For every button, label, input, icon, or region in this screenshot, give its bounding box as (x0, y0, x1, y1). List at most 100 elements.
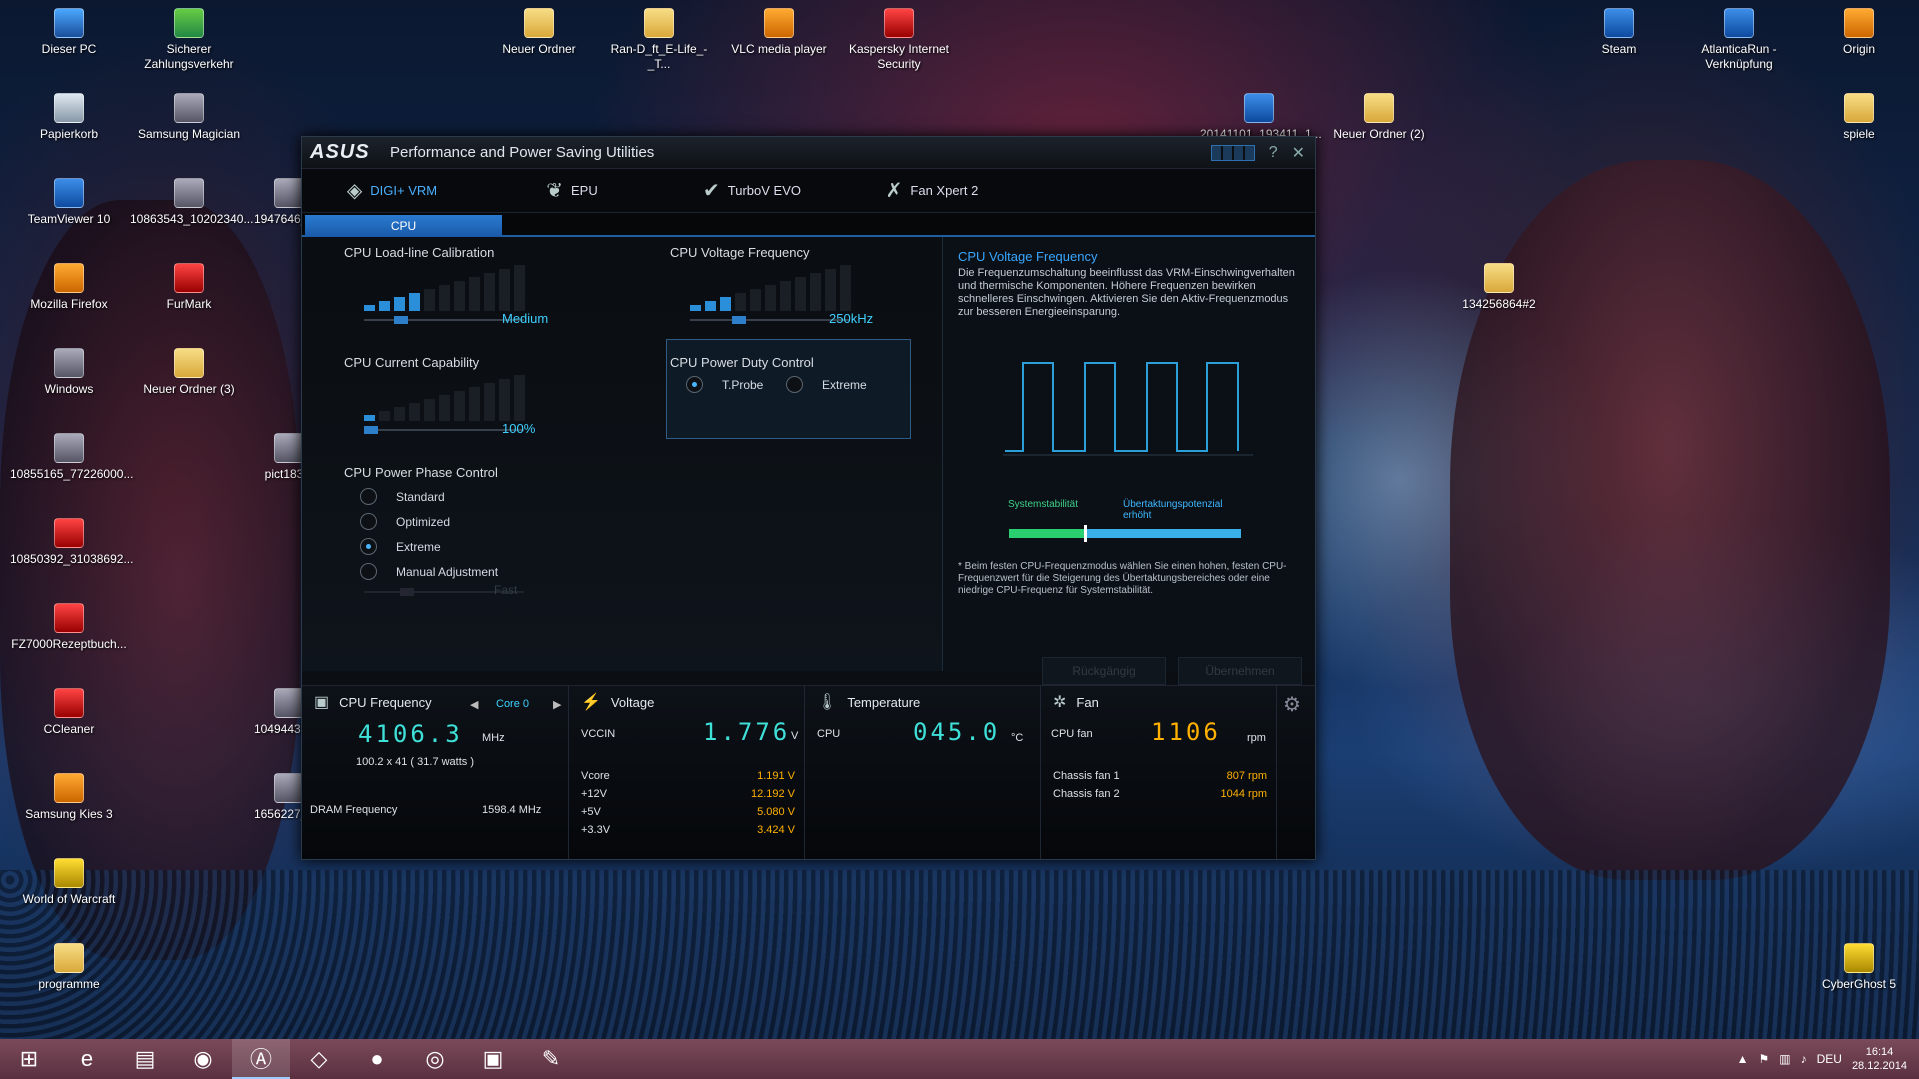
desktop-icon[interactable]: FurMark (130, 263, 248, 312)
language-indicator[interactable]: DEU (1817, 1052, 1842, 1066)
wow-icon (54, 858, 84, 888)
asus-ai-suite-window: ASUS Performance and Power Saving Utilit… (301, 136, 1316, 860)
desktop-icon[interactable]: Origin (1800, 8, 1918, 57)
desktop-icon-label: AtlanticaRun - Verknüpfung (1701, 42, 1777, 71)
help-icon[interactable]: ? (1269, 144, 1278, 162)
network-icon[interactable]: ▥ (1779, 1052, 1790, 1066)
desktop-icon[interactable]: Neuer Ordner (3) (130, 348, 248, 397)
desktop-icon[interactable]: Papierkorb (10, 93, 128, 142)
internet-explorer-icon[interactable]: e (58, 1039, 116, 1079)
tray-arrow-icon[interactable]: ▲ (1737, 1052, 1749, 1066)
desktop-icon[interactable]: World of Warcraft (10, 858, 128, 907)
temperature-panel: 🌡 Temperature CPU 045.0 °C (805, 686, 1041, 859)
desktop-icon[interactable]: 20141101_193411_1... (1200, 93, 1322, 142)
desktop-icon[interactable]: 134256864#2 (1440, 263, 1558, 312)
clock[interactable]: 16:14 28.12.2014 (1852, 1045, 1907, 1073)
volume-icon[interactable]: ♪ (1801, 1052, 1807, 1066)
desktop-icon[interactable]: AtlanticaRun - Verknüpfung (1680, 8, 1798, 72)
close-icon[interactable]: ✕ (1292, 143, 1305, 163)
tab-digi-vrm[interactable]: ◈ DIGI+ VRM (302, 178, 482, 203)
vrm-settings: CPU Load-line Calibration Medium CPU Cur… (302, 237, 1315, 685)
desktop-icon-label: CyberGhost 5 (1821, 977, 1897, 991)
desktop-icon[interactable]: CCleaner (10, 688, 128, 737)
desktop-icon[interactable]: Kaspersky Internet Security (840, 8, 958, 72)
desktop-icon-label: World of Warcraft (22, 892, 116, 906)
desktop-icon[interactable]: Sicherer Zahlungsverkehr (130, 8, 248, 72)
media-icon[interactable]: ● (348, 1039, 406, 1079)
asus-ai-icon[interactable]: Ⓐ (232, 1039, 290, 1079)
disc-icon[interactable]: ◎ (406, 1039, 464, 1079)
core-selector[interactable]: Core 0 (496, 698, 529, 710)
notepad-icon[interactable]: ◇ (290, 1039, 348, 1079)
desktop-icon[interactable]: Samsung Kies 3 (10, 773, 128, 822)
desktop-icon-label: Steam (1601, 42, 1637, 56)
paint-icon[interactable]: ✎ (522, 1039, 580, 1079)
current-slider[interactable] (364, 426, 524, 434)
desktop-icon[interactable]: Windows (10, 348, 128, 397)
core-prev-icon[interactable]: ◀ (470, 698, 478, 711)
desktop-icon[interactable]: Samsung Magician (130, 93, 248, 142)
undo-button[interactable]: Rückgängig (1042, 657, 1166, 685)
tab-label: DIGI+ VRM (370, 183, 438, 198)
v33-value: 3.424 V (757, 824, 795, 836)
window-title: Performance and Power Saving Utilities (390, 144, 655, 161)
gear-icon[interactable]: ⚙ (1283, 692, 1301, 717)
monitor-icon[interactable]: ▣ (464, 1039, 522, 1079)
loadline-level-bars[interactable] (364, 265, 525, 311)
desktop-icon[interactable]: 10850392_31038692... (10, 518, 133, 567)
current-level-bars[interactable] (364, 375, 525, 421)
tab-label: EPU (571, 183, 598, 198)
desktop-icon[interactable]: TeamViewer 10 (10, 178, 128, 227)
desktop-icon[interactable]: Neuer Ordner (480, 8, 598, 57)
start-icon[interactable]: ⊞ (0, 1039, 58, 1079)
desktop-icon[interactable]: Neuer Ordner (2) (1320, 93, 1438, 142)
desktop-icon[interactable]: VLC media player (720, 8, 838, 57)
title-bar[interactable]: ASUS Performance and Power Saving Utilit… (302, 137, 1315, 169)
voltfreq-slider[interactable] (690, 316, 850, 324)
radio-standard[interactable] (360, 488, 377, 505)
tab-turbov-evo[interactable]: ✔ TurboV EVO (662, 178, 842, 203)
radio-extreme-label: Extreme (396, 540, 441, 554)
file-explorer-icon[interactable]: ▤ (116, 1039, 174, 1079)
folder-icon (174, 348, 204, 378)
radio-optimized[interactable] (360, 513, 377, 530)
radio-extreme[interactable] (360, 538, 377, 555)
desktop-icon[interactable]: 10855165_77226000... (10, 433, 133, 482)
v5-value: 5.080 V (757, 806, 795, 818)
flag-icon[interactable]: ⚑ (1758, 1052, 1769, 1066)
core-next-icon[interactable]: ▶ (553, 698, 561, 711)
radio-duty-extreme[interactable] (786, 376, 803, 393)
tab-label: Fan Xpert 2 (910, 183, 979, 198)
drive-icon (54, 348, 84, 378)
desktop-icon[interactable]: Steam (1560, 8, 1678, 57)
firefox-icon[interactable]: ◉ (174, 1039, 232, 1079)
apply-button[interactable]: Übernehmen (1178, 657, 1302, 685)
subtab-cpu[interactable]: CPU (305, 215, 502, 237)
desktop-icon[interactable]: spiele (1800, 93, 1918, 142)
lightning-icon: ⚡ (581, 694, 601, 711)
desktop-icon[interactable]: programme (10, 943, 128, 992)
desktop-icon-label: Dieser PC (41, 42, 97, 56)
voltfreq-level-bars[interactable] (690, 265, 851, 311)
duty-control-label: CPU Power Duty Control (670, 355, 814, 370)
desktop-icon[interactable]: CyberGhost 5 (1800, 943, 1918, 992)
cpu-frequency-unit: MHz (482, 732, 505, 744)
desktop-icon[interactable]: Ran-D_ft_E-Life_-_T... (600, 8, 718, 72)
loadline-label: CPU Load-line Calibration (344, 245, 495, 260)
desktop-icon-label: Kaspersky Internet Security (848, 42, 950, 71)
tab-epu[interactable]: ❦ EPU (482, 178, 662, 203)
loadline-slider[interactable] (364, 316, 524, 324)
radio-manual[interactable] (360, 563, 377, 580)
desktop-icon-label: Neuer Ordner (3) (143, 382, 235, 396)
desktop-icon-label: Neuer Ordner (2) (1333, 127, 1425, 141)
tab-fan-xpert[interactable]: ✗ Fan Xpert 2 (842, 178, 1022, 203)
desktop-icon[interactable]: FZ7000Rezeptbuch... (10, 603, 128, 652)
desktop-icon[interactable]: Dieser PC (10, 8, 128, 57)
chassis-fan1-value: 807 rpm (1226, 770, 1267, 782)
layout-grid-icon[interactable] (1210, 144, 1255, 161)
radio-tprobe[interactable] (686, 376, 703, 393)
voltage-panel: ⚡ Voltage VCCIN 1.776 V Vcore 1.191 V +12… (569, 686, 805, 859)
desktop-icon[interactable]: Mozilla Firefox (10, 263, 128, 312)
cpu-chip-icon: ▣ (314, 694, 330, 711)
panel-title: Fan (1076, 694, 1099, 710)
